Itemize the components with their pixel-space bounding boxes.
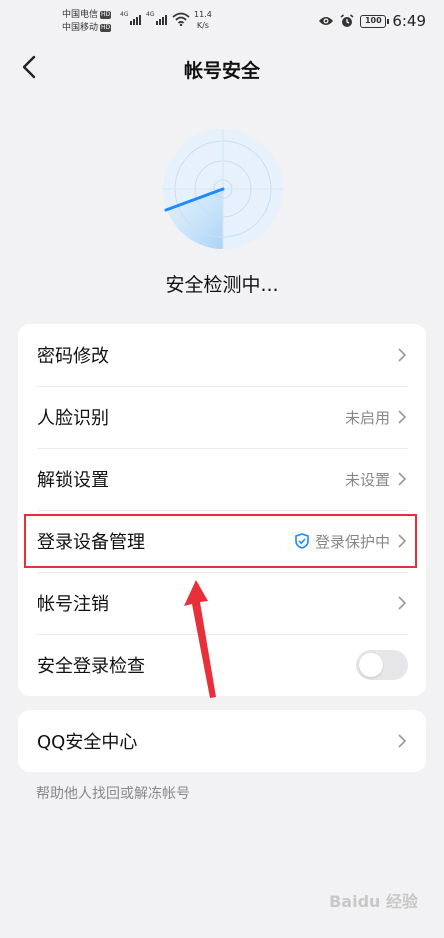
row-value: 未设置: [344, 470, 390, 489]
row-label: QQ安全中心: [37, 732, 138, 753]
battery-icon: 100: [360, 14, 390, 28]
chevron-right-icon: [398, 347, 408, 363]
signal-icon: 4G: [146, 11, 168, 25]
qq-security-center-row[interactable]: QQ安全中心: [18, 710, 426, 772]
hd-badge: HD: [100, 23, 112, 32]
speed-unit: K/s: [196, 21, 209, 30]
eye-icon: [319, 17, 334, 25]
network-type: 4G: [146, 11, 155, 18]
unlock-settings-row[interactable]: 解锁设置 未设置: [18, 448, 426, 510]
network-type: 4G: [120, 11, 129, 18]
hd-badge: HD: [100, 10, 112, 19]
chevron-right-icon: [398, 595, 408, 611]
status-bar: 中国电信 HD 中国移动 HD 4G 4G 11.4 K/s 100 6:49: [0, 0, 444, 44]
row-value: 未启用: [344, 408, 390, 427]
watermark: Baidu 经验: [329, 892, 418, 911]
speed-value: 11.4: [194, 10, 212, 19]
carrier-info: 中国电信 HD 中国移动 HD: [62, 9, 112, 35]
network-speed: 11.4 K/s: [194, 9, 212, 31]
secure-login-check-toggle[interactable]: [356, 650, 408, 680]
carrier-1: 中国电信: [62, 10, 99, 20]
row-label: 解锁设置: [37, 470, 109, 491]
highlight-box: [24, 514, 417, 568]
row-label: 密码修改: [37, 346, 109, 367]
scan-status-text: 安全检测中...: [165, 274, 279, 296]
red-arrow-annotation: [184, 580, 216, 698]
signal-icon: 4G: [120, 11, 142, 25]
password-change-row[interactable]: 密码修改: [18, 324, 426, 386]
wifi-icon: [172, 12, 190, 26]
help-text: 帮助他人找回或解冻帐号: [36, 786, 190, 802]
face-recognition-row[interactable]: 人脸识别 未启用: [18, 386, 426, 448]
toggle-knob: [359, 653, 383, 677]
chevron-right-icon: [398, 471, 408, 487]
alarm-icon: [340, 14, 354, 27]
row-label: 人脸识别: [37, 408, 109, 429]
clock: 6:49: [392, 12, 426, 30]
status-right: 100 6:49: [318, 12, 426, 30]
security-scan-radar-icon: [163, 129, 283, 249]
chevron-right-icon: [398, 733, 408, 749]
carrier-2: 中国移动: [62, 23, 99, 33]
chevron-right-icon: [398, 409, 408, 425]
page-title: 帐号安全: [183, 60, 260, 82]
qq-security-center-card: QQ安全中心: [18, 710, 426, 772]
